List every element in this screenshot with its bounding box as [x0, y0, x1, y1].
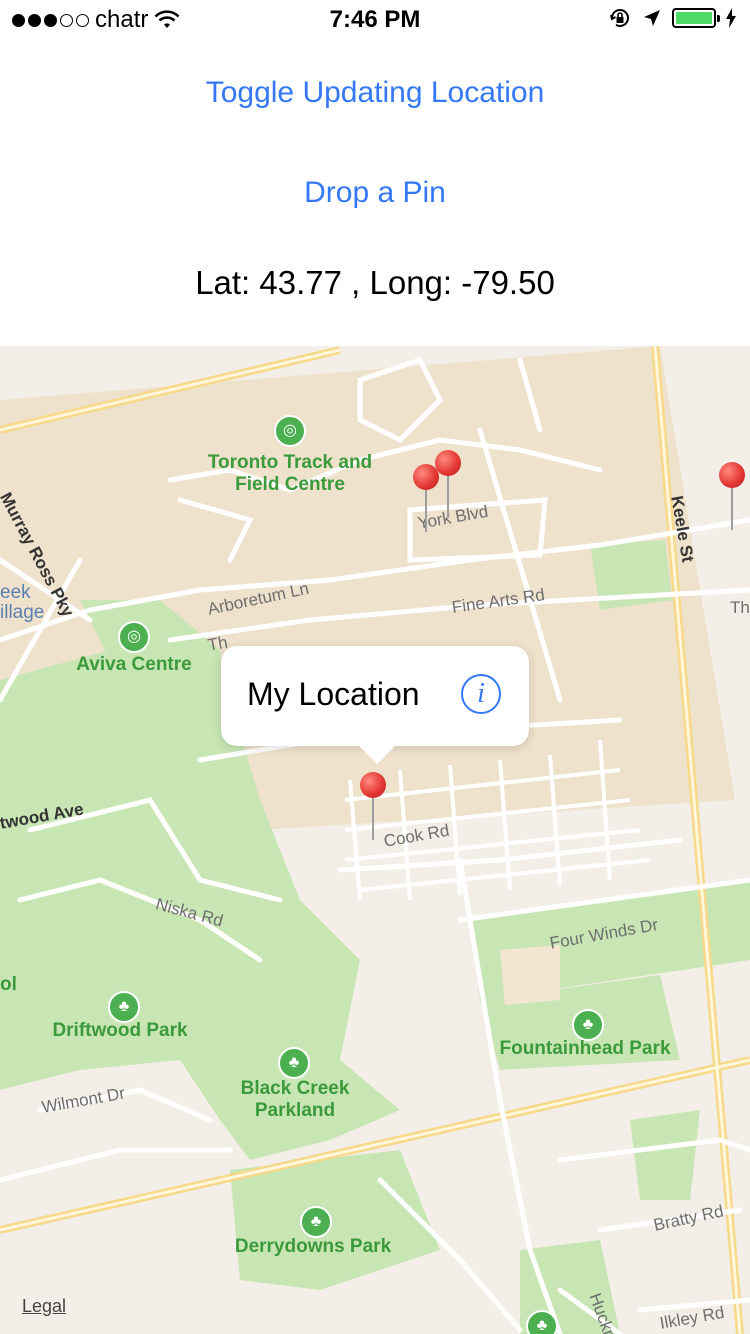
stadium-icon: ◎: [274, 415, 306, 447]
tree-icon: ♣: [526, 1310, 558, 1334]
rotation-lock-icon: [610, 9, 629, 27]
place-label-track-field: Toronto Track and Field Centre: [207, 452, 373, 495]
place-label-fountainhead: Fountainhead Park: [499, 1038, 671, 1059]
tree-icon: ♣: [572, 1009, 604, 1041]
toggle-updating-location-button[interactable]: Toggle Updating Location: [0, 76, 750, 110]
tree-icon: ♣: [108, 991, 140, 1023]
my-location-callout[interactable]: My Location i: [221, 646, 529, 764]
battery-icon: [672, 8, 720, 28]
place-label-black-creek: Black Creek Parkland: [240, 1078, 350, 1121]
drop-pin-button[interactable]: Drop a Pin: [0, 176, 750, 210]
callout-title: My Location: [247, 676, 420, 712]
location-arrow-icon: [644, 10, 660, 26]
coordinates-label: Lat: 43.77 , Long: -79.50: [195, 264, 555, 301]
info-icon[interactable]: i: [461, 674, 501, 714]
tree-icon: ♣: [300, 1206, 332, 1238]
map-pin[interactable]: [433, 450, 463, 520]
stadium-icon: ◎: [118, 621, 150, 653]
street-label: eek: [0, 582, 31, 603]
street-label: Th: [730, 598, 750, 617]
status-bar: chatr 7:46 PM: [0, 0, 750, 40]
map-pin[interactable]: [717, 462, 747, 532]
charging-icon: [726, 8, 736, 28]
place-label-aviva: Aviva Centre: [76, 654, 192, 675]
my-location-pin[interactable]: [358, 772, 388, 842]
street-label: illage: [0, 602, 45, 623]
map-view[interactable]: ◎ ◎ ♣ ♣ ♣ ♣ ♣ Toronto Track and Field Ce…: [0, 346, 750, 1334]
place-label-partial: ol: [0, 974, 17, 995]
status-right: [608, 6, 736, 30]
place-label-driftwood: Driftwood Park: [52, 1020, 188, 1041]
legal-link[interactable]: Legal: [22, 1296, 66, 1317]
tree-icon: ♣: [278, 1047, 310, 1079]
place-label-derrydowns: Derrydowns Park: [234, 1236, 392, 1257]
